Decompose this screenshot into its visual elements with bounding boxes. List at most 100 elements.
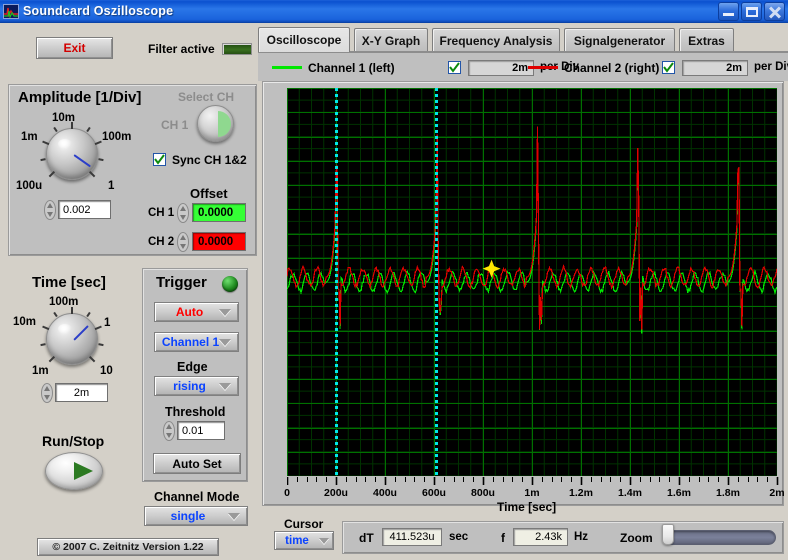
x-tick-label: 1m: [524, 487, 540, 499]
exit-button-label: Exit: [63, 41, 86, 55]
time-scale-10: 10: [100, 365, 113, 377]
x-tick-label: 1.2m: [569, 487, 593, 499]
window-controls: [718, 2, 785, 21]
freq-value: 2.43k: [535, 531, 562, 543]
channel-mode-value: single: [170, 509, 206, 523]
x-tick-label: 200u: [324, 487, 348, 499]
x-tick-label: 600u: [422, 487, 446, 499]
time-scale-1m: 1m: [32, 365, 49, 377]
time-title: Time [sec]: [32, 274, 106, 291]
trigger-edge-value: rising: [173, 379, 206, 393]
select-ch-knob[interactable]: [197, 105, 234, 142]
time-scale-1: 1: [104, 317, 111, 329]
dt-field: 411.523u: [382, 528, 442, 546]
x-tick-label: 400u: [373, 487, 397, 499]
offset-ch1-spinner[interactable]: [177, 203, 189, 223]
select-ch-value-label: CH 1: [161, 118, 189, 132]
tab-xy-graph-label: X-Y Graph: [361, 33, 421, 48]
maximize-icon[interactable]: [741, 2, 762, 21]
offset-title: Offset: [190, 186, 228, 201]
auto-set-button[interactable]: Auto Set: [153, 453, 241, 474]
minimize-icon[interactable]: [718, 2, 739, 21]
time-spinner[interactable]: [41, 383, 53, 403]
window-title: Soundcard Oszilloscope: [23, 4, 174, 18]
copyright-text: © 2007 C. Zeitnitz Version 1.22: [52, 541, 204, 553]
tab-signalgenerator-label: Signalgenerator: [573, 33, 666, 48]
tab-xy-graph[interactable]: X-Y Graph: [354, 28, 428, 52]
trigger-mode-value: Auto: [175, 305, 204, 319]
x-tick-label: 1.6m: [667, 487, 691, 499]
ch1-per-div-field[interactable]: 2m: [468, 60, 534, 76]
run-stop-button[interactable]: [45, 452, 103, 490]
ch2-per-div-value: 2m: [726, 62, 742, 74]
tab-signalgenerator[interactable]: Signalgenerator: [564, 28, 675, 52]
ch2-color-swatch: [528, 66, 558, 69]
ch1-legend-label: Channel 1 (left): [308, 61, 395, 75]
x-tick-label: 1.8m: [716, 487, 740, 499]
auto-set-label: Auto Set: [172, 456, 222, 471]
tab-oscilloscope[interactable]: Oscilloscope: [258, 27, 350, 52]
x-axis-title: Time [sec]: [497, 500, 557, 514]
zoom-slider[interactable]: [663, 530, 776, 545]
time-scale-100m: 100m: [49, 296, 79, 308]
amplitude-spinner[interactable]: [44, 200, 56, 220]
trigger-threshold-label: Threshold: [165, 405, 226, 419]
chevron-down-icon: [219, 309, 231, 316]
trigger-led: [222, 276, 238, 292]
tab-extras-label: Extras: [688, 33, 725, 48]
sync-ch-checkbox[interactable]: [153, 153, 166, 166]
ch2-legend-label: Channel 2 (right): [564, 61, 660, 75]
close-icon[interactable]: [764, 2, 785, 21]
trigger-threshold-value: 0.01: [182, 424, 204, 437]
scope-plot[interactable]: [287, 88, 777, 476]
amplitude-knob-ticks: [40, 122, 104, 186]
trigger-threshold-field[interactable]: 0.01: [177, 421, 225, 440]
offset-ch2-label: CH 2: [148, 236, 175, 248]
offset-ch1-label: CH 1: [148, 207, 175, 219]
exit-button[interactable]: Exit: [36, 37, 113, 59]
waveform-canvas: [287, 88, 777, 476]
channel-mode-dropdown[interactable]: single: [144, 506, 248, 526]
select-ch-title: Select CH: [178, 90, 235, 104]
cursor-mode-dropdown[interactable]: time: [274, 531, 334, 550]
freq-unit: Hz: [574, 531, 589, 543]
copyright-bar: © 2007 C. Zeitnitz Version 1.22: [37, 538, 219, 556]
time-scale-10m: 10m: [13, 316, 37, 328]
chevron-down-icon: [319, 537, 329, 544]
ch2-per-div-field[interactable]: 2m: [682, 60, 748, 76]
freq-label: f: [501, 531, 505, 545]
zoom-slider-handle[interactable]: [662, 524, 674, 545]
trigger-mode-dropdown[interactable]: Auto: [154, 302, 239, 322]
amplitude-scale-100m: 100m: [102, 131, 132, 143]
offset-ch2-field[interactable]: 0.0000: [192, 232, 246, 251]
trigger-source-dropdown[interactable]: Channel 1: [154, 332, 239, 352]
ch1-color-swatch: [272, 66, 302, 69]
time-value: 2m: [73, 386, 90, 399]
offset-ch2-value: 0.0000: [198, 235, 234, 248]
x-tick-label: 800u: [471, 487, 495, 499]
play-icon: [74, 462, 93, 480]
x-tick-label: 0: [284, 487, 290, 499]
x-tick-label: 2m: [769, 487, 785, 499]
tab-frequency-analysis[interactable]: Frequency Analysis: [432, 28, 560, 52]
offset-ch2-spinner[interactable]: [177, 232, 189, 252]
x-axis-ticks: [287, 477, 779, 485]
ch2-enable-checkbox[interactable]: [662, 61, 675, 74]
offset-ch1-field[interactable]: 0.0000: [192, 203, 246, 222]
app-icon: [3, 3, 19, 19]
tab-oscilloscope-label: Oscilloscope: [266, 33, 342, 47]
dt-label: dT: [359, 531, 374, 545]
run-stop-label: Run/Stop: [42, 433, 105, 449]
tab-frequency-analysis-label: Frequency Analysis: [439, 33, 553, 48]
time-value-field[interactable]: 2m: [55, 383, 108, 402]
amplitude-scale-1m: 1m: [21, 131, 38, 143]
tab-extras[interactable]: Extras: [679, 28, 734, 52]
freq-field: 2.43k: [513, 528, 568, 546]
chevron-down-icon: [219, 383, 231, 390]
ch1-enable-checkbox[interactable]: [448, 61, 461, 74]
amplitude-value-field[interactable]: 0.002: [58, 200, 111, 219]
trigger-edge-dropdown[interactable]: rising: [154, 376, 239, 396]
time-knob-ticks: [40, 307, 104, 371]
dt-unit: sec: [449, 531, 469, 543]
trigger-threshold-spinner[interactable]: [163, 421, 175, 441]
